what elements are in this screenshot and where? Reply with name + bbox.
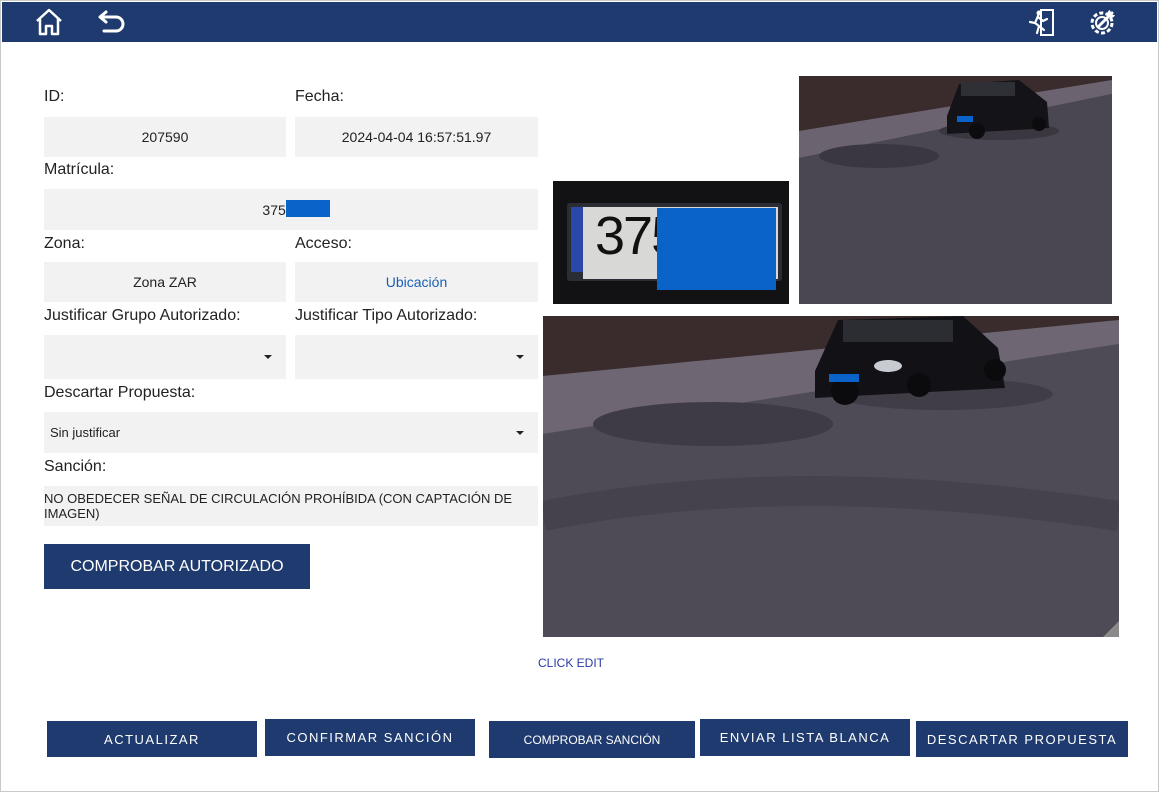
fecha-label: Fecha: — [295, 88, 344, 105]
chevron-down-icon — [516, 430, 524, 435]
zona-value: Zona ZAR — [133, 274, 197, 290]
sancion-label: Sanción: — [44, 458, 107, 475]
exit-running-man-icon[interactable] — [1024, 6, 1056, 38]
context-image-small — [799, 76, 1112, 304]
acceso-field: Ubicación — [295, 262, 538, 302]
home-icon[interactable] — [33, 6, 65, 38]
sancion-value: NO OBEDECER SEÑAL DE CIRCULACIÓN PROHÍBI… — [44, 491, 513, 521]
context-image-large — [543, 316, 1119, 637]
grupo-select[interactable] — [44, 335, 286, 379]
actualizar-button[interactable]: ACTUALIZAR — [47, 721, 257, 757]
chevron-down-icon — [264, 355, 272, 359]
fecha-field: 2024-04-04 16:57:51.97 — [295, 117, 538, 157]
descartar-value: Sin justificar — [50, 425, 121, 440]
tipo-label: Justificar Tipo Autorizado: — [295, 307, 478, 324]
back-arrow-icon[interactable] — [96, 6, 128, 38]
acceso-label: Acceso: — [295, 235, 352, 252]
click-edit-link[interactable]: CLICK EDIT — [538, 656, 604, 670]
id-value: 207590 — [141, 129, 189, 145]
grupo-label: Justificar Grupo Autorizado: — [44, 307, 241, 324]
id-field: 207590 — [44, 117, 286, 157]
gear-wrench-icon[interactable] — [1087, 6, 1119, 38]
ubicacion-link[interactable]: Ubicación — [386, 274, 447, 290]
plate-redaction — [286, 200, 330, 217]
tipo-select[interactable] — [295, 335, 538, 379]
id-label: ID: — [44, 88, 65, 105]
comprobar-autorizado-button[interactable]: COMPROBAR AUTORIZADO — [44, 544, 310, 589]
descartar-propuesta-button[interactable]: DESCARTAR PROPUESTA — [916, 721, 1128, 757]
chevron-down-icon — [516, 355, 524, 359]
descartar-select[interactable]: Sin justificar — [44, 412, 538, 453]
plate-crop-redaction — [657, 208, 776, 290]
plate-crop-image: 375 — [553, 181, 789, 304]
descartar-label: Descartar Propuesta: — [44, 384, 196, 401]
top-bar — [2, 2, 1157, 42]
zona-label: Zona: — [44, 235, 85, 252]
sancion-field: NO OBEDECER SEÑAL DE CIRCULACIÓN PROHÍBI… — [44, 486, 538, 526]
zona-field: Zona ZAR — [44, 262, 286, 302]
matricula-label: Matrícula: — [44, 161, 115, 178]
enviar-lista-blanca-button[interactable]: ENVIAR LISTA BLANCA — [700, 719, 910, 756]
fecha-value: 2024-04-04 16:57:51.97 — [341, 129, 492, 145]
confirmar-sancion-button[interactable]: CONFIRMAR SANCIÓN — [265, 719, 475, 756]
comprobar-sancion-button[interactable]: COMPROBAR SANCIÓN — [489, 721, 695, 758]
